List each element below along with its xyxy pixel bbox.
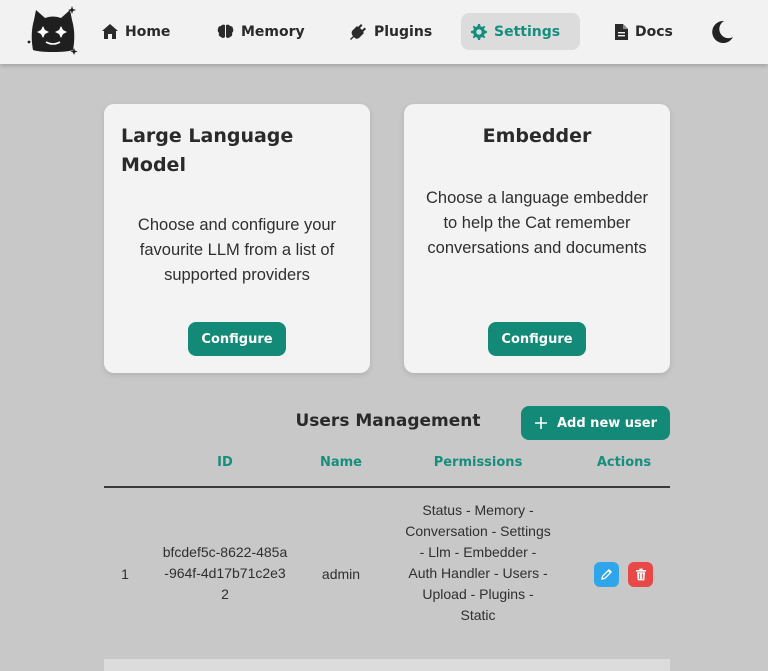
nav-plugins-label: Plugins [374, 23, 433, 40]
embedder-card: Embedder Choose a language embedder to h… [404, 104, 670, 373]
plus-icon [534, 417, 547, 429]
column-header-id: ID [217, 455, 233, 470]
cheshire-cat-logo[interactable] [27, 6, 79, 56]
column-header-actions: Actions [596, 455, 652, 470]
gear-icon [471, 23, 487, 40]
nav-memory[interactable]: Memory [207, 13, 315, 50]
moon-icon[interactable] [706, 16, 738, 48]
nav-memory-label: Memory [241, 23, 305, 40]
user-id: bfcdef5c-8622-485a-964f-4d17b71c2e32 [162, 544, 288, 602]
document-icon [615, 23, 628, 40]
top-navbar: Home Memory Plugins Settings Docs [0, 0, 768, 64]
llm-card: Large Language Model Choose and configur… [104, 104, 370, 373]
add-new-user-button[interactable]: Add new user [521, 406, 670, 440]
brain-icon [217, 24, 234, 38]
embedder-card-title: Embedder [482, 125, 592, 147]
table-row [104, 659, 670, 671]
column-header-name: Name [319, 455, 362, 470]
edit-user-button[interactable] [594, 562, 619, 587]
user-permissions: Status - Memory - Conversation - Setting… [405, 502, 551, 623]
user-name: admin [321, 566, 361, 582]
users-management-title: Users Management [295, 411, 481, 431]
column-header-permissions: Permissions [433, 455, 523, 470]
nav-home[interactable]: Home [92, 13, 180, 50]
nav-home-label: Home [125, 23, 171, 40]
trash-icon [635, 568, 646, 581]
nav-settings[interactable]: Settings [461, 13, 580, 50]
table-header-divider [104, 486, 670, 488]
nav-settings-label: Settings [494, 23, 561, 40]
row-index: 1 [121, 566, 129, 582]
nav-plugins[interactable]: Plugins [340, 13, 442, 50]
embedder-card-description: Choose a language embedder to help the C… [425, 189, 648, 257]
pencil-icon [601, 568, 613, 580]
plug-icon [350, 23, 366, 40]
embedder-configure-button[interactable]: Configure [488, 322, 586, 356]
add-new-user-label: Add new user [556, 415, 658, 431]
nav-docs[interactable]: Docs [605, 13, 683, 50]
home-icon [102, 24, 118, 39]
nav-docs-label: Docs [635, 23, 673, 40]
llm-card-title: Large Language Model [121, 125, 294, 176]
delete-user-button[interactable] [628, 562, 653, 587]
llm-configure-button[interactable]: Configure [188, 322, 286, 356]
llm-card-description: Choose and configure your favourite LLM … [137, 216, 337, 284]
